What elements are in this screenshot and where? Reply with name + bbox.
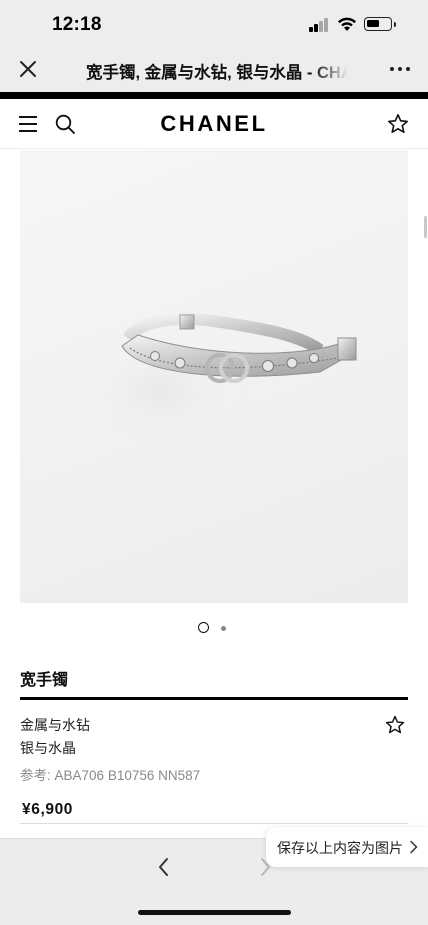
save-as-image-label: 保存以上内容为图片 — [277, 840, 403, 856]
status-time: 12:18 — [52, 14, 102, 35]
wifi-icon — [338, 17, 356, 31]
product-image[interactable] — [20, 150, 408, 603]
site-header: CHANEL — [0, 99, 428, 149]
chevron-right-icon — [410, 840, 418, 854]
save-as-image-button[interactable]: 保存以上内容为图片 — [266, 827, 428, 867]
wishlist-star-icon[interactable] — [384, 714, 406, 736]
product-name: 宽手镯 — [20, 672, 69, 689]
page-title-text: 宽手镯, 金属与水钻, 银与水晶 - CHANEL — [86, 64, 348, 82]
site-top-bar — [0, 92, 428, 99]
star-icon[interactable] — [386, 112, 410, 136]
product-material-1: 金属与水钻 — [20, 717, 90, 733]
brand-logo[interactable]: CHANEL — [0, 111, 428, 137]
pagination-dot-active[interactable] — [198, 622, 209, 633]
scrollbar[interactable] — [424, 216, 427, 238]
pagination-dot[interactable] — [221, 625, 226, 631]
home-indicator[interactable] — [138, 910, 291, 915]
reference-value: ABA706 B10756 NN587 — [54, 768, 201, 783]
bracelet-illustration — [83, 312, 357, 452]
product-reference: 参考: ABA706 B10756 NN587 — [20, 764, 200, 784]
product-material-2: 银与水晶 — [20, 740, 76, 756]
reference-label: 参考: — [20, 768, 51, 783]
battery-icon — [364, 17, 396, 31]
more-icon[interactable] — [388, 59, 412, 79]
webview-header: 12:18 宽手镯, 金属与水钻, 银与水晶 - CHANEL — [0, 0, 428, 92]
chevron-left-icon[interactable] — [152, 855, 176, 879]
gallery-pagination[interactable] — [198, 622, 232, 634]
divider — [20, 823, 408, 824]
cellular-signal-icon — [309, 18, 329, 32]
product-price: ¥6,900 — [22, 801, 74, 818]
close-icon[interactable] — [16, 57, 40, 81]
page-title: 宽手镯, 金属与水钻, 银与水晶 - CHANEL — [86, 59, 348, 83]
divider — [20, 697, 408, 700]
